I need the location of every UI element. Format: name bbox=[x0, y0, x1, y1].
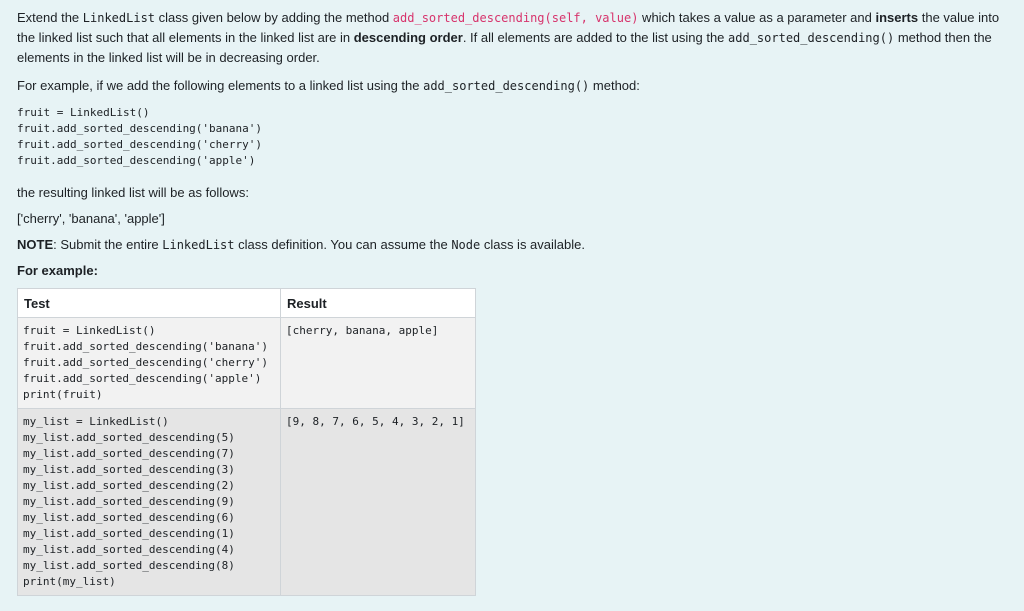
inline-code-method-signature: add_sorted_descending(self, value) bbox=[392, 11, 639, 25]
code-example-block: fruit = LinkedList() fruit.add_sorted_de… bbox=[17, 106, 263, 167]
test-cell: my_list = LinkedList() my_list.add_sorte… bbox=[17, 408, 281, 596]
result-cell: [cherry, banana, apple] bbox=[280, 317, 476, 409]
inline-code-method: add_sorted_descending() bbox=[728, 31, 895, 45]
inline-code-class: LinkedList bbox=[162, 238, 235, 252]
emphasis-descending-order: descending order bbox=[353, 30, 463, 45]
inline-code-class: LinkedList bbox=[82, 11, 156, 25]
text-segment: class is available. bbox=[480, 237, 585, 252]
result-output: [cherry, banana, apple] bbox=[286, 324, 439, 337]
text-segment: class definition. You can assume the bbox=[234, 237, 452, 252]
header-test: Test bbox=[17, 288, 281, 318]
question-text: Extend the LinkedList class given below … bbox=[17, 8, 1013, 596]
for-example-label: For example: bbox=[17, 263, 98, 278]
for-example-heading: For example: bbox=[17, 261, 1013, 281]
table-row: my_list = LinkedList() my_list.add_sorte… bbox=[17, 408, 476, 596]
result-description: the resulting linked list will be as fol… bbox=[17, 185, 249, 200]
table-row: fruit = LinkedList() fruit.add_sorted_de… bbox=[17, 317, 476, 409]
text-segment: For example, if we add the following ele… bbox=[17, 78, 424, 93]
test-code: fruit = LinkedList() fruit.add_sorted_de… bbox=[23, 324, 269, 401]
inline-code-node: Node bbox=[451, 238, 481, 252]
text-segment: : Submit the entire bbox=[53, 237, 163, 252]
result-output: [9, 8, 7, 6, 5, 4, 3, 2, 1] bbox=[286, 415, 465, 428]
test-code: my_list = LinkedList() my_list.add_sorte… bbox=[23, 415, 235, 588]
question-paragraph-intro: Extend the LinkedList class given below … bbox=[17, 8, 1013, 68]
header-result: Result bbox=[280, 288, 476, 318]
text-segment: Extend the bbox=[17, 10, 83, 25]
text-segment: . If all elements are added to the list … bbox=[462, 30, 729, 45]
result-cell: [9, 8, 7, 6, 5, 4, 3, 2, 1] bbox=[280, 408, 476, 596]
inline-code-method: add_sorted_descending() bbox=[423, 79, 590, 93]
test-cell: fruit = LinkedList() fruit.add_sorted_de… bbox=[17, 317, 281, 409]
examples-table: Test Result fruit = LinkedList() fruit.a… bbox=[17, 288, 476, 596]
note-paragraph: NOTE: Submit the entire LinkedList class… bbox=[17, 235, 1013, 255]
emphasis-inserts: inserts bbox=[875, 10, 919, 25]
note-label: NOTE bbox=[17, 237, 54, 252]
text-segment: which takes a value as a parameter and bbox=[638, 10, 876, 25]
question-paragraph-example: For example, if we add the following ele… bbox=[17, 76, 1013, 96]
text-segment: class given below by adding the method bbox=[155, 10, 393, 25]
table-header-row: Test Result bbox=[17, 288, 476, 318]
text-segment: method: bbox=[589, 78, 640, 93]
result-list-example: ['cherry', 'banana', 'apple'] bbox=[17, 211, 165, 226]
